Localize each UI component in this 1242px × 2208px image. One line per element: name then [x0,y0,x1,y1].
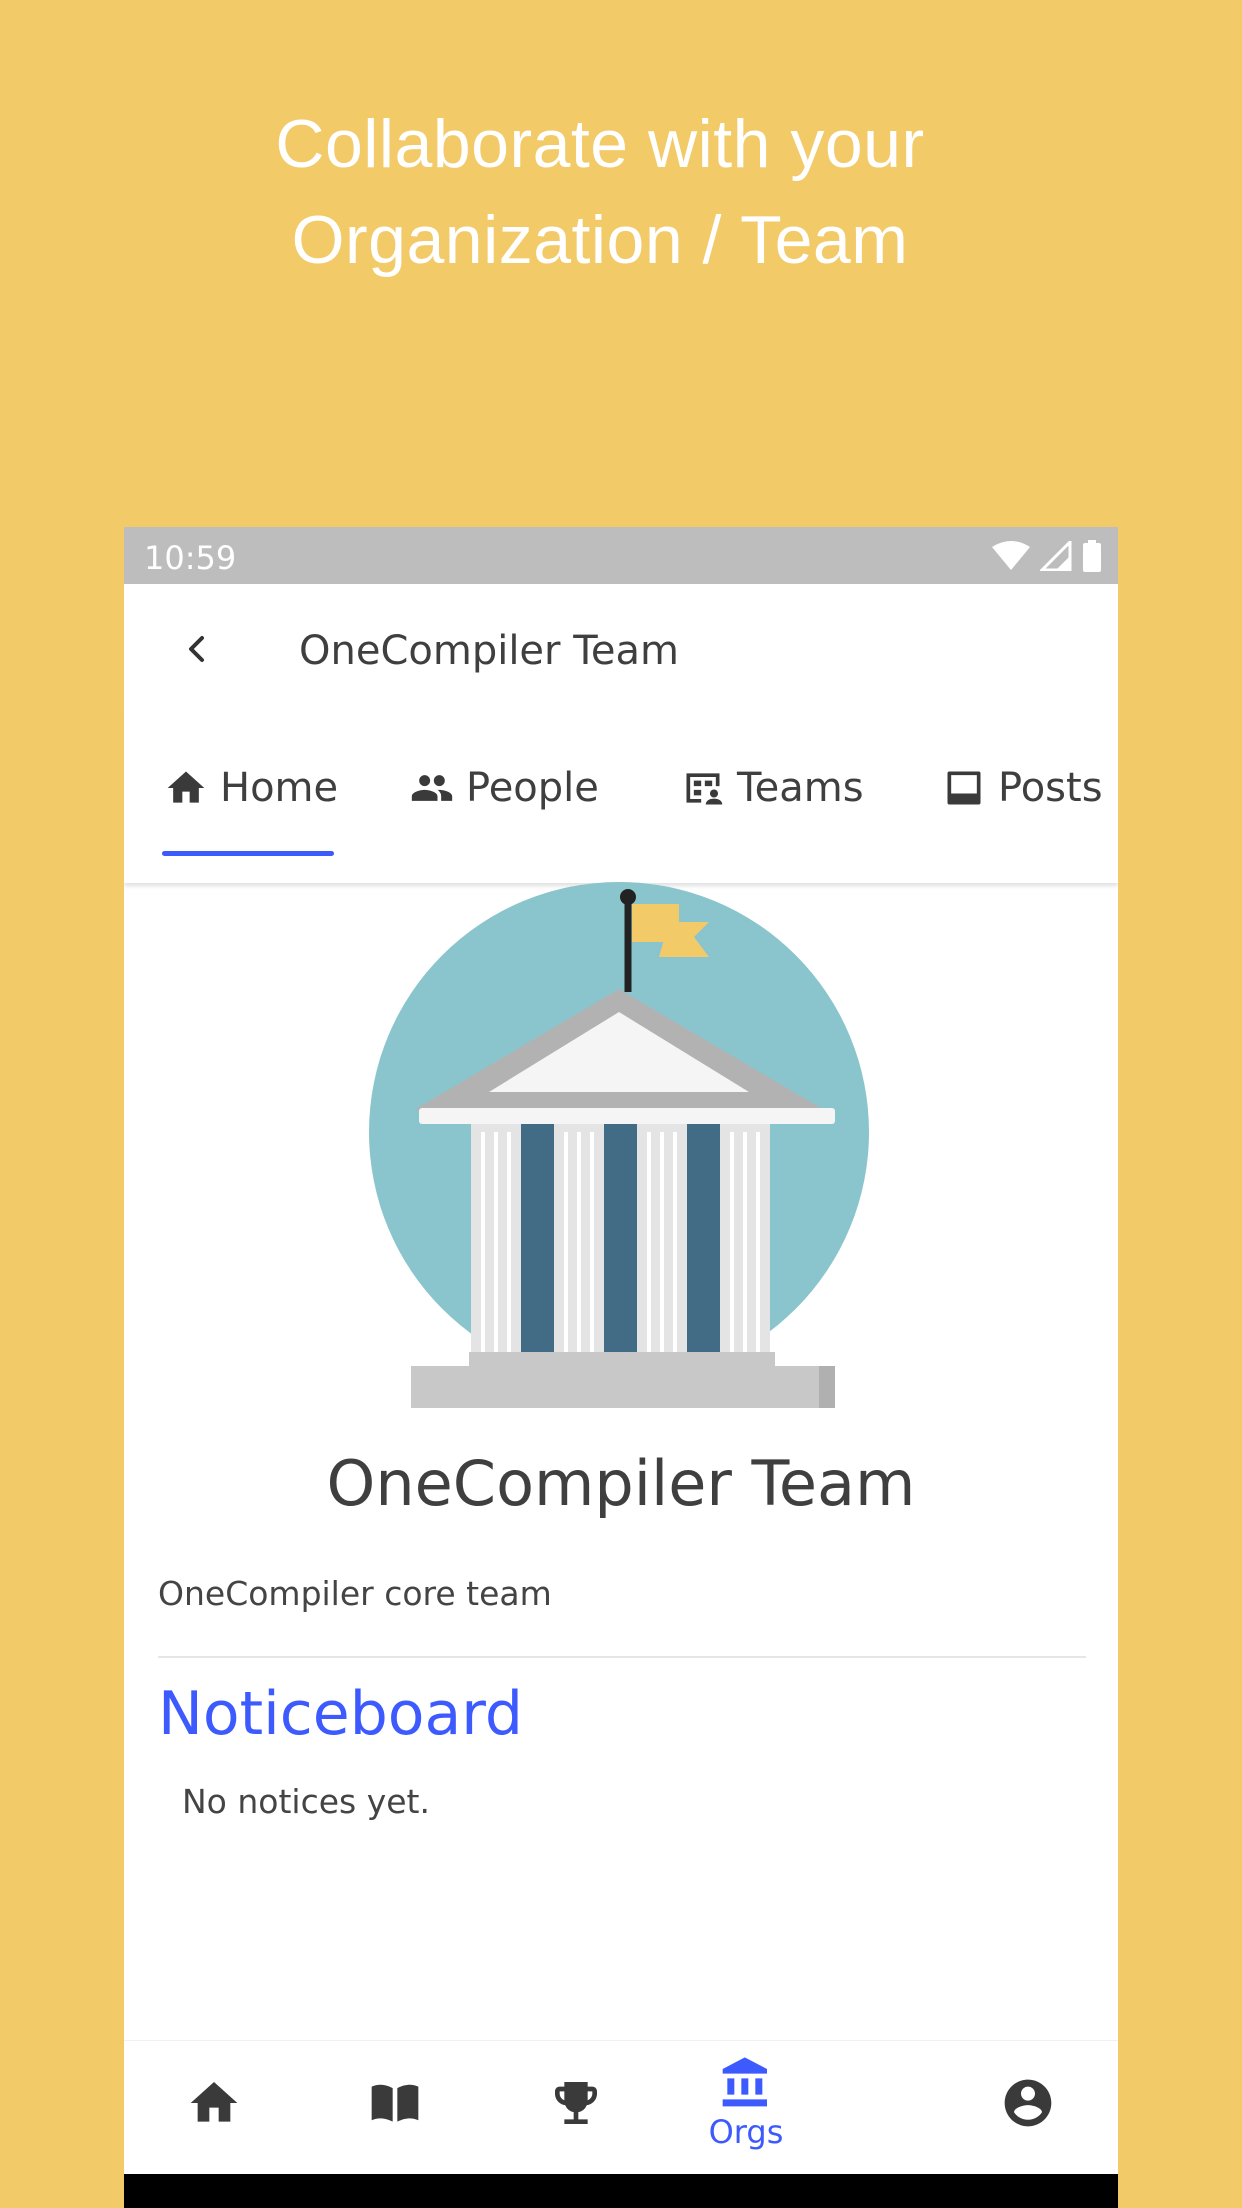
phone-screen: 10:59 OneCompiler Team Home People Teams… [124,527,1118,2208]
wifi-icon [992,541,1030,570]
account-icon [1004,2079,1052,2127]
tab-people-label: People [466,765,599,811]
promo-headline: Collaborate with your Organization / Tea… [0,96,1200,288]
signal-icon [1040,541,1072,571]
noticeboard-empty-message: No notices yet. [182,1782,430,1821]
people-icon [411,775,453,801]
app-bar-title: OneCompiler Team [299,628,679,674]
nav-challenges[interactable] [486,2041,666,2165]
app-bar: OneCompiler Team [124,584,1118,718]
tab-teams[interactable]: Teams [681,758,864,818]
promo-line-2: Organization / Team [291,202,909,278]
tab-posts-label: Posts [998,765,1103,811]
trophy-icon [555,2082,597,2124]
org-description: OneCompiler core team [158,1574,552,1613]
status-icons [992,540,1102,572]
battery-icon [1083,540,1101,572]
tab-teams-label: Teams [737,765,864,811]
divider [158,1656,1086,1658]
nav-profile[interactable] [938,2041,1118,2165]
org-name-heading: OneCompiler Team [326,1447,916,1520]
book-icon [371,2084,419,2122]
nav-learn[interactable] [305,2041,485,2165]
nav-orgs-label: Orgs [708,2113,784,2151]
system-navigation-bar [124,2174,1118,2208]
nav-orgs[interactable]: Orgs [656,2041,836,2165]
promo-line-1: Collaborate with your [275,106,925,182]
back-arrow-icon[interactable] [172,624,222,674]
noticeboard-heading: Noticeboard [158,1679,523,1749]
bottom-navigation: Orgs [124,2040,1118,2165]
tab-home-label: Home [220,765,339,811]
teams-icon [686,773,723,805]
home-icon [190,2082,238,2122]
bank-icon [722,2057,767,2107]
active-tab-indicator [162,851,334,856]
tab-home[interactable]: Home [164,758,338,818]
status-bar: 10:59 [124,527,1118,584]
posts-icon [947,771,981,805]
tab-bar: Home People Teams Posts [124,718,1118,883]
home-icon [167,771,205,803]
tab-posts[interactable]: Posts [942,758,1103,818]
status-time: 10:59 [144,539,237,577]
tab-people[interactable]: People [410,758,599,818]
nav-home[interactable] [124,2041,304,2165]
organization-building-illustration [369,882,869,1408]
